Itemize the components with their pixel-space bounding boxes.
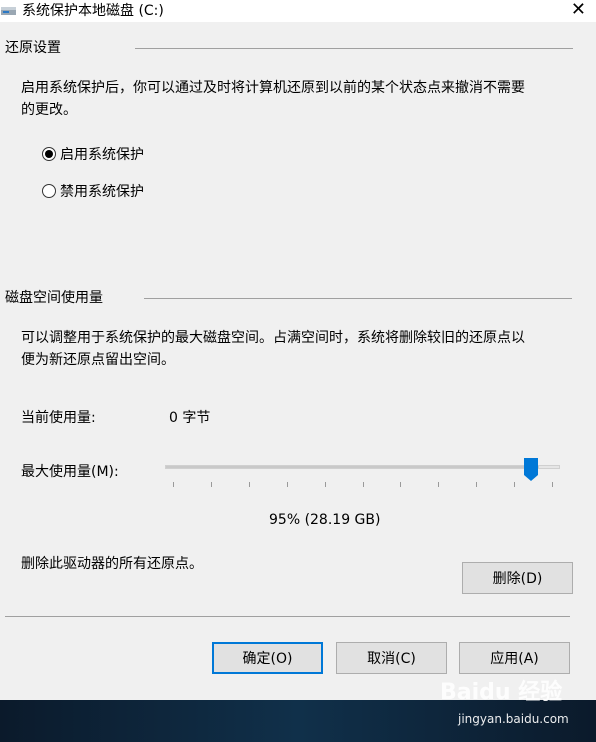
restore-description-line1: 启用系统保护后，你可以通过及时将计算机还原到以前的某个状态点来撤消不需要 — [21, 80, 525, 96]
disk-description-line1: 可以调整用于系统保护的最大磁盘空间。占满空间时，系统将删除较旧的还原点以 — [21, 330, 525, 346]
max-usage-slider-fill — [166, 466, 540, 468]
max-usage-slider-track[interactable] — [165, 465, 560, 469]
footer-divider — [5, 616, 570, 617]
slider-tick — [476, 482, 478, 487]
window-title: 系统保护本地磁盘 (C:) — [22, 3, 164, 19]
restore-settings-heading: 还原设置 — [5, 40, 61, 56]
disable-protection-radio[interactable] — [42, 184, 56, 198]
current-usage-value: 0 字节 — [169, 410, 211, 426]
slider-tick — [286, 482, 288, 487]
restore-description-line2: 的更改。 — [21, 102, 77, 118]
delete-button[interactable]: 删除(D) — [462, 562, 573, 594]
slider-tick — [324, 482, 326, 487]
radio-selected-dot — [45, 150, 53, 158]
disk-usage-heading: 磁盘空间使用量 — [5, 290, 103, 306]
ok-button[interactable]: 确定(O) — [212, 642, 323, 674]
apply-button[interactable]: 应用(A) — [459, 642, 570, 674]
max-usage-value: 95% (28.19 GB) — [269, 512, 381, 528]
enable-protection-radio[interactable] — [42, 147, 56, 161]
slider-tick — [173, 482, 174, 487]
delete-restore-points-text: 删除此驱动器的所有还原点。 — [21, 556, 203, 572]
slider-tick — [438, 482, 440, 487]
disk-heading-rule — [144, 298, 572, 299]
cancel-button[interactable]: 取消(C) — [336, 642, 447, 674]
slider-tick — [210, 482, 212, 487]
disable-protection-label: 禁用系统保护 — [60, 184, 144, 200]
enable-protection-label: 启用系统保护 — [60, 147, 144, 163]
restore-heading-rule — [135, 48, 573, 49]
disable-protection-option[interactable]: 禁用系统保护 — [42, 181, 144, 201]
max-usage-slider-thumb[interactable] — [524, 458, 539, 482]
watermark: Baidu 经验 jingyan.baidu.com — [440, 674, 569, 726]
slider-tick — [362, 482, 364, 487]
close-icon[interactable]: ✕ — [571, 0, 586, 20]
drive-icon — [1, 7, 16, 15]
slider-ticks — [165, 482, 560, 488]
enable-protection-option[interactable]: 启用系统保护 — [42, 144, 144, 164]
slider-tick — [248, 482, 250, 487]
current-usage-label: 当前使用量: — [21, 410, 96, 426]
watermark-url: jingyan.baidu.com — [458, 712, 569, 726]
watermark-logo: Baidu 经验 — [440, 680, 563, 705]
slider-tick — [552, 482, 553, 487]
slider-tick — [400, 482, 402, 487]
title-bar: 系统保护本地磁盘 (C:) ✕ — [0, 0, 596, 22]
slider-tick — [514, 482, 516, 487]
max-usage-label: 最大使用量(M): — [21, 464, 119, 480]
disk-description-line2: 便为新还原点留出空间。 — [21, 352, 175, 368]
